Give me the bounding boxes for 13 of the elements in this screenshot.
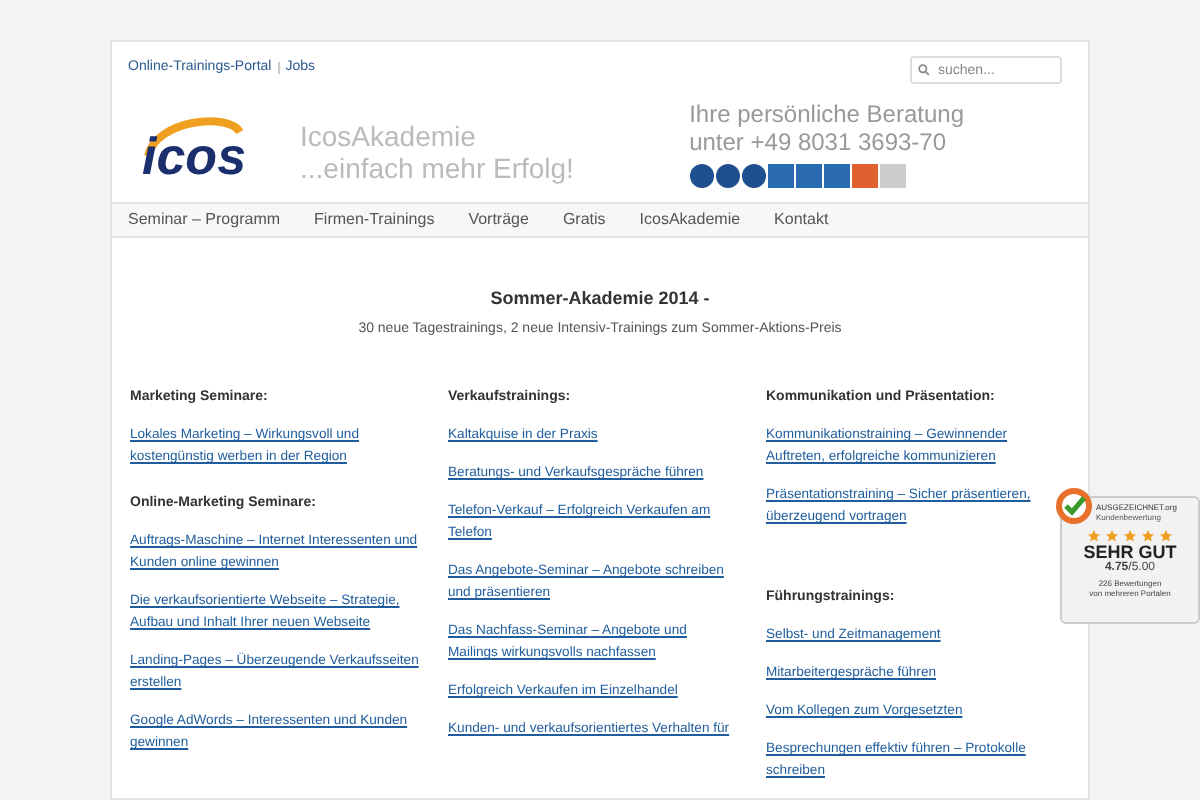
nav-item[interactable]: Kontakt [774,208,829,233]
slogan: ...einfach mehr Erfolg! [300,152,574,184]
nav-item[interactable]: IcosAkademie [639,208,741,233]
phone-number: unter +49 8031 3693-70 [689,128,949,156]
rating-verdict: SEHR GUT [1083,542,1177,562]
promo-title: Sommer-Akademie 2014 - [490,286,710,312]
nav-item[interactable]: Gratis [562,208,606,233]
nav-item[interactable]: Vorträge [468,208,529,233]
logo: icos [136,112,252,192]
nav-item[interactable]: Firmen-Trainings [314,208,435,233]
contact-text: Ihre persönliche Beratung [689,100,964,128]
nav-item[interactable]: Seminar – Programm [128,208,281,233]
brand-name: IcosAkademie [300,120,478,152]
